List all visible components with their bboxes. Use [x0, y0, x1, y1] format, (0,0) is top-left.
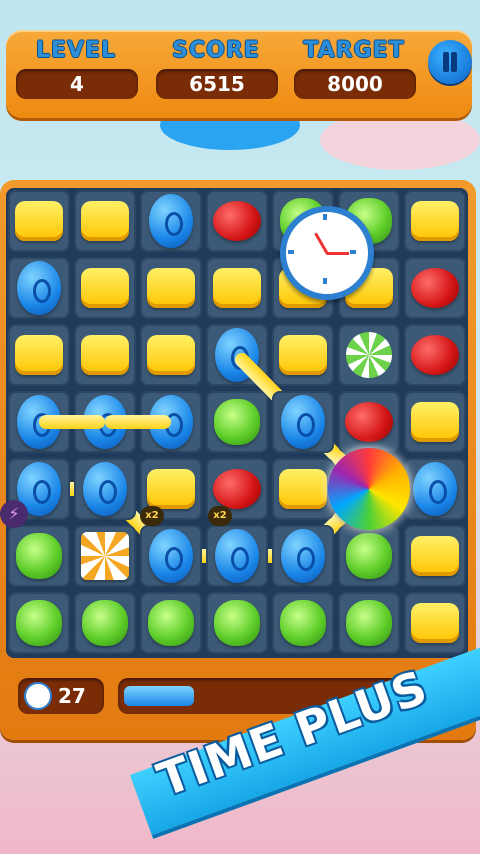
level-value: 4 [16, 69, 138, 99]
yellow-candy[interactable] [15, 201, 63, 241]
candy-grid [6, 188, 468, 658]
multiplier-badge: x2 [208, 506, 232, 526]
timer-box: 27 [18, 678, 104, 714]
blue-candy[interactable] [149, 194, 193, 248]
red-candy[interactable] [345, 402, 393, 442]
rainbow-candy[interactable] [328, 448, 410, 530]
red-candy[interactable] [411, 268, 459, 308]
yellow-candy[interactable] [279, 335, 327, 375]
green-candy[interactable] [82, 600, 128, 646]
yellow-candy[interactable] [147, 268, 195, 308]
blue-candy[interactable] [83, 462, 127, 516]
yellow-candy[interactable] [411, 536, 459, 576]
yellow-candy[interactable] [147, 469, 195, 509]
multiplier-badge: x2 [140, 506, 164, 526]
green-candy[interactable] [346, 533, 392, 579]
blue-candy[interactable] [149, 529, 193, 583]
blue-candy[interactable] [17, 261, 61, 315]
background-cloud [320, 110, 480, 170]
yellow-candy[interactable] [81, 268, 129, 308]
level-label: LEVEL [35, 38, 117, 63]
yellow-candy[interactable] [81, 335, 129, 375]
score-panel: SCORE 6515 [156, 38, 278, 99]
green-candy[interactable] [214, 600, 260, 646]
lightning-icon: ⚡ [0, 500, 28, 528]
yellow-candy[interactable] [411, 201, 459, 241]
green-candy[interactable] [280, 600, 326, 646]
green-candy[interactable] [148, 600, 194, 646]
target-value: 8000 [294, 69, 416, 99]
yellow-candy[interactable] [147, 335, 195, 375]
pause-button[interactable] [428, 40, 472, 84]
level-panel: LEVEL 4 [16, 38, 138, 99]
green-candy[interactable] [346, 600, 392, 646]
red-candy[interactable] [213, 469, 261, 509]
yellow-candy[interactable] [411, 402, 459, 442]
score-value: 6515 [156, 69, 278, 99]
game-board [0, 180, 476, 740]
top-hud: LEVEL 4 SCORE 6515 TARGET 8000 [6, 30, 472, 118]
clock-powerup-icon [280, 206, 374, 300]
target-panel: TARGET 8000 [294, 38, 416, 99]
score-label: SCORE [172, 38, 260, 63]
green-candy[interactable] [214, 399, 260, 445]
yellow-candy[interactable] [213, 268, 261, 308]
yellow-candy[interactable] [411, 603, 459, 643]
target-label: TARGET [303, 38, 405, 63]
yellow-candy[interactable] [81, 201, 129, 241]
stripe-candy[interactable] [81, 532, 129, 580]
blue-candy[interactable] [413, 462, 457, 516]
yellow-candy[interactable] [279, 469, 327, 509]
match-link [39, 415, 105, 429]
yellow-candy[interactable] [15, 335, 63, 375]
blue-candy[interactable] [281, 529, 325, 583]
blue-candy[interactable] [281, 395, 325, 449]
match-link [105, 415, 171, 429]
clock-icon [24, 682, 52, 710]
blue-candy[interactable] [215, 529, 259, 583]
green-candy[interactable] [16, 600, 62, 646]
timer-value: 27 [58, 684, 86, 708]
mint-candy[interactable] [346, 332, 392, 378]
red-candy[interactable] [411, 335, 459, 375]
red-candy[interactable] [213, 201, 261, 241]
progress-fill [124, 686, 194, 706]
green-candy[interactable] [16, 533, 62, 579]
